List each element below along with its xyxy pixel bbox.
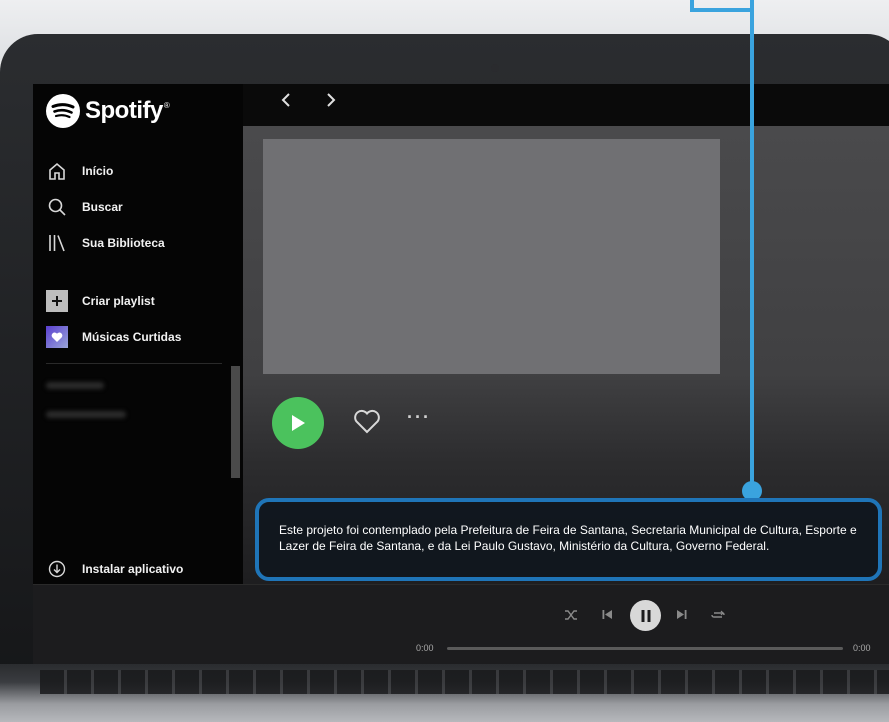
callout-connector	[690, 8, 754, 12]
pause-button[interactable]	[630, 600, 661, 631]
liked-songs-link[interactable]: Músicas Curtidas	[46, 326, 181, 348]
keyboard-keys	[40, 670, 889, 694]
current-time: 0:00	[416, 643, 434, 653]
repeat-icon[interactable]	[711, 609, 725, 621]
callout-connector	[750, 0, 754, 491]
project-credit-text: Este projeto foi contemplado pela Prefei…	[279, 523, 857, 553]
sidebar-item-library[interactable]: Sua Biblioteca	[46, 232, 165, 254]
player-bar: 0:00 0:00	[33, 584, 889, 664]
sidebar-scrollbar[interactable]	[231, 366, 240, 478]
blurred-playlist-item	[46, 411, 126, 418]
chevron-left-icon[interactable]	[278, 92, 294, 113]
sidebar-item-search[interactable]: Buscar	[46, 196, 123, 218]
liked-songs-label: Músicas Curtidas	[82, 330, 182, 344]
sidebar-divider	[46, 363, 222, 364]
shuffle-icon[interactable]	[564, 609, 578, 621]
home-icon	[46, 160, 68, 182]
more-options-button[interactable]: ···	[407, 407, 431, 428]
heart-icon[interactable]	[353, 409, 381, 439]
previous-track-icon[interactable]	[602, 609, 613, 620]
pause-icon	[641, 609, 650, 622]
sidebar-item-home[interactable]: Início	[46, 160, 113, 182]
sidebar-item-label: Sua Biblioteca	[82, 236, 165, 250]
create-playlist-label: Criar playlist	[82, 294, 155, 308]
blurred-playlist-item	[46, 382, 104, 389]
spotify-logo-icon	[46, 94, 80, 128]
chevron-right-icon[interactable]	[323, 92, 339, 113]
liked-heart-icon	[46, 326, 68, 348]
play-button[interactable]	[272, 397, 324, 449]
logo-wordmark: Spotify	[85, 97, 163, 124]
play-icon	[292, 415, 305, 431]
total-time: 0:00	[853, 643, 871, 653]
spotify-logo[interactable]: Spotify ®	[46, 94, 170, 128]
install-app-button[interactable]: Instalar aplicativo	[46, 558, 183, 580]
search-icon	[46, 196, 68, 218]
sidebar-item-label: Buscar	[82, 200, 123, 214]
progress-bar[interactable]	[447, 647, 843, 650]
plus-icon	[46, 290, 68, 312]
create-playlist-button[interactable]: Criar playlist	[46, 290, 155, 312]
logo-registered-mark: ®	[163, 100, 170, 110]
library-icon	[46, 232, 68, 254]
sidebar: Spotify ® Início Buscar Sua Biblioteca C…	[33, 84, 243, 584]
download-circle-icon	[46, 558, 68, 580]
next-track-icon[interactable]	[676, 609, 687, 620]
install-app-label: Instalar aplicativo	[82, 562, 184, 576]
sidebar-item-label: Início	[82, 164, 114, 178]
album-cover	[263, 139, 720, 374]
webcam	[491, 64, 499, 72]
project-credit-callout: Este projeto foi contemplado pela Prefei…	[255, 498, 882, 581]
